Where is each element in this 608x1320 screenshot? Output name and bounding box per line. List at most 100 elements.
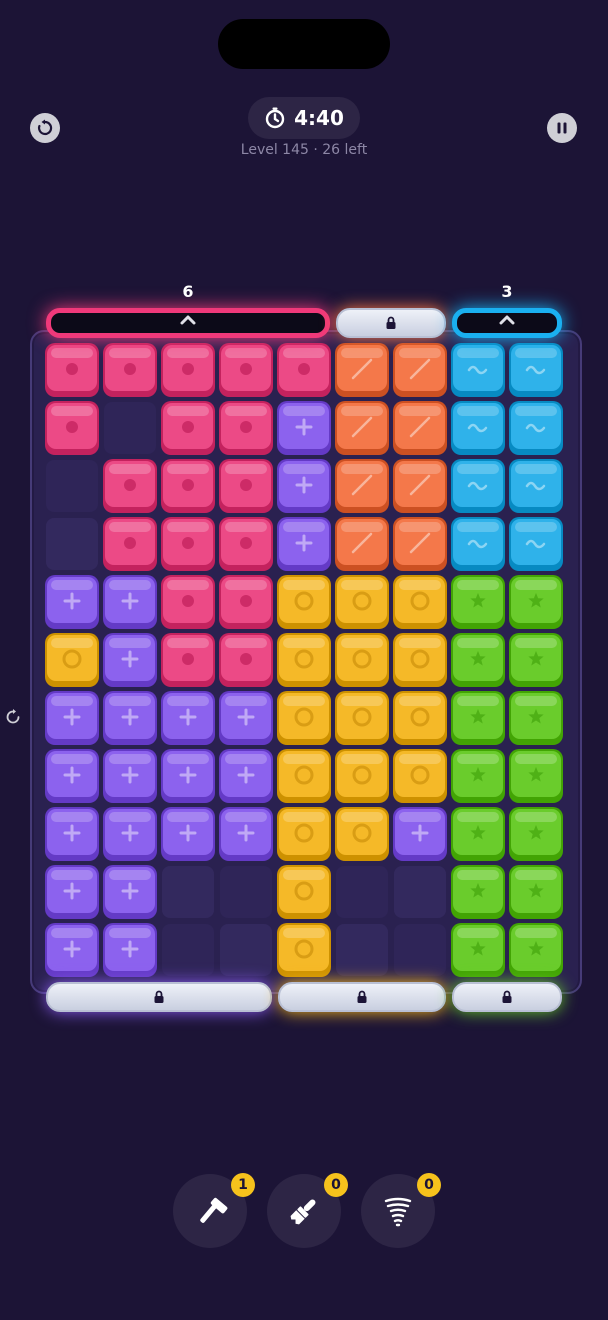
green-block[interactable] <box>451 633 505 687</box>
pink-block[interactable] <box>277 343 331 397</box>
pink-block[interactable] <box>103 459 157 513</box>
pink-block[interactable] <box>161 459 215 513</box>
purple-block[interactable] <box>277 459 331 513</box>
purple-block[interactable] <box>277 401 331 455</box>
orange-block[interactable] <box>393 343 447 397</box>
blue-block[interactable] <box>451 401 505 455</box>
empty-cell <box>46 460 98 512</box>
pink-block[interactable] <box>219 343 273 397</box>
yellow-block[interactable] <box>277 865 331 919</box>
pink-block[interactable] <box>103 517 157 571</box>
purple-block[interactable] <box>45 923 99 977</box>
green-block[interactable] <box>509 575 563 629</box>
purple-block[interactable] <box>103 691 157 745</box>
yellow-block[interactable] <box>393 749 447 803</box>
purple-block[interactable] <box>45 749 99 803</box>
purple-block[interactable] <box>103 575 157 629</box>
purple-block[interactable] <box>45 575 99 629</box>
yellow-block[interactable] <box>277 691 331 745</box>
blue-block[interactable] <box>451 343 505 397</box>
green-block[interactable] <box>509 691 563 745</box>
purple-block[interactable] <box>103 807 157 861</box>
orange-block[interactable] <box>335 459 389 513</box>
dot-symbol <box>124 537 136 549</box>
purple-block[interactable] <box>393 807 447 861</box>
green-block[interactable] <box>509 807 563 861</box>
blue-block[interactable] <box>509 459 563 513</box>
purple-block[interactable] <box>45 865 99 919</box>
purple-block[interactable] <box>219 807 273 861</box>
green-block[interactable] <box>509 633 563 687</box>
green-exit-gate[interactable] <box>452 982 562 1012</box>
pink-block[interactable] <box>45 401 99 455</box>
yellow-block[interactable] <box>393 575 447 629</box>
orange-block[interactable] <box>335 517 389 571</box>
purple-block[interactable] <box>219 691 273 745</box>
pink-block[interactable] <box>219 517 273 571</box>
orange-block[interactable] <box>393 517 447 571</box>
orange-block[interactable] <box>393 459 447 513</box>
yellow-block[interactable] <box>335 633 389 687</box>
pink-block[interactable] <box>161 343 215 397</box>
green-block[interactable] <box>509 865 563 919</box>
pink-exit-gate[interactable] <box>46 308 330 338</box>
green-block[interactable] <box>451 749 505 803</box>
pink-block[interactable] <box>219 401 273 455</box>
pause-button[interactable] <box>547 113 577 143</box>
orange-block[interactable] <box>335 343 389 397</box>
yellow-block[interactable] <box>335 807 389 861</box>
orange-block[interactable] <box>335 401 389 455</box>
green-block[interactable] <box>451 923 505 977</box>
blue-block[interactable] <box>451 459 505 513</box>
pink-block[interactable] <box>219 633 273 687</box>
yellow-block[interactable] <box>277 575 331 629</box>
purple-block[interactable] <box>103 633 157 687</box>
purple-block[interactable] <box>161 807 215 861</box>
purple-block[interactable] <box>219 749 273 803</box>
stopwatch-icon <box>265 107 285 129</box>
purple-block[interactable] <box>161 691 215 745</box>
yellow-block[interactable] <box>277 749 331 803</box>
green-block[interactable] <box>509 923 563 977</box>
blue-exit-gate[interactable] <box>452 308 562 338</box>
yellow-block[interactable] <box>335 749 389 803</box>
pink-block[interactable] <box>45 343 99 397</box>
blue-block[interactable] <box>509 401 563 455</box>
purple-block[interactable] <box>277 517 331 571</box>
yellow-block[interactable] <box>335 691 389 745</box>
green-block[interactable] <box>451 691 505 745</box>
blue-block[interactable] <box>451 517 505 571</box>
yellow-block[interactable] <box>393 633 447 687</box>
blue-block[interactable] <box>509 517 563 571</box>
rotate-icon[interactable] <box>4 708 22 726</box>
purple-block[interactable] <box>45 691 99 745</box>
pink-block[interactable] <box>161 401 215 455</box>
green-block[interactable] <box>451 807 505 861</box>
green-block[interactable] <box>509 749 563 803</box>
yellow-block[interactable] <box>45 633 99 687</box>
pink-block[interactable] <box>161 575 215 629</box>
pink-block[interactable] <box>161 517 215 571</box>
blue-block[interactable] <box>509 343 563 397</box>
yellow-block[interactable] <box>335 575 389 629</box>
yellow-block[interactable] <box>277 807 331 861</box>
purple-block[interactable] <box>45 807 99 861</box>
pink-block[interactable] <box>219 575 273 629</box>
yellow-block[interactable] <box>277 633 331 687</box>
green-block[interactable] <box>451 575 505 629</box>
pink-block[interactable] <box>161 633 215 687</box>
pink-block[interactable] <box>103 343 157 397</box>
yellow-exit-gate[interactable] <box>278 982 446 1012</box>
purple-block[interactable] <box>103 923 157 977</box>
yellow-block[interactable] <box>277 923 331 977</box>
green-block[interactable] <box>451 865 505 919</box>
orange-exit-gate[interactable] <box>336 308 446 338</box>
purple-block[interactable] <box>103 865 157 919</box>
yellow-block[interactable] <box>393 691 447 745</box>
purple-block[interactable] <box>103 749 157 803</box>
restart-button[interactable] <box>30 113 60 143</box>
pink-block[interactable] <box>219 459 273 513</box>
orange-block[interactable] <box>393 401 447 455</box>
purple-block[interactable] <box>161 749 215 803</box>
purple-exit-gate[interactable] <box>46 982 272 1012</box>
